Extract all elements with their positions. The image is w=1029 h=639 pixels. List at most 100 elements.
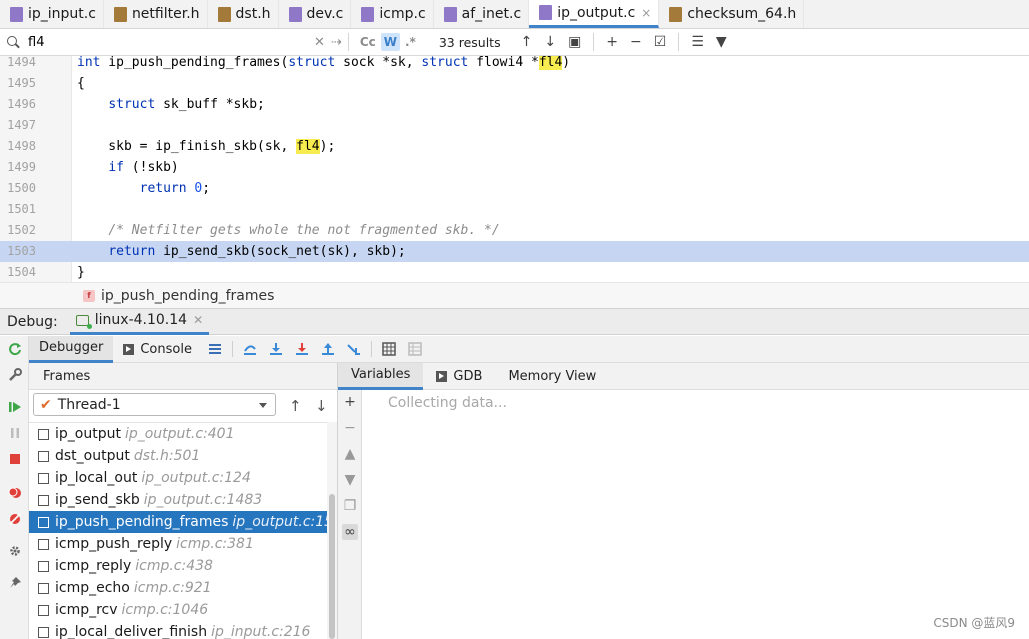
wrench-icon[interactable] <box>8 368 22 382</box>
regex-toggle[interactable]: .* <box>402 33 419 51</box>
move-up-icon[interactable]: ▲ <box>342 446 358 462</box>
editor-tab[interactable]: dev.c <box>279 0 352 28</box>
code-line[interactable]: 1497 <box>0 115 1029 136</box>
breadcrumb: f ip_push_pending_frames <box>0 282 1029 308</box>
stack-frame-row[interactable]: ip_output ip_output.c:401 <box>29 423 327 445</box>
frame-location: ip_output.c:1483 <box>143 492 263 508</box>
copy-icon[interactable]: ❐ <box>342 498 358 514</box>
editor-tab[interactable]: ip_output.c × <box>529 0 660 28</box>
glasses-icon[interactable]: ∞ <box>342 524 358 540</box>
stack-frame-row[interactable]: ip_push_pending_framesip_output.c:1503 <box>29 511 327 533</box>
previous-occurrence-icon[interactable]: ↑ <box>521 34 533 50</box>
evaluate-expression-icon[interactable] <box>382 342 396 356</box>
run-to-cursor-icon[interactable] <box>347 342 361 356</box>
mute-breakpoints-icon[interactable] <box>8 512 22 526</box>
stack-frame-icon <box>38 516 49 528</box>
select-all-occurrences-icon[interactable]: ▣ <box>568 34 581 50</box>
remove-watch-icon[interactable]: − <box>342 420 358 436</box>
editor-tab[interactable]: checksum_64.h <box>659 0 805 28</box>
line-number: 1504 <box>7 265 36 279</box>
whole-words-toggle[interactable]: W <box>380 33 400 51</box>
add-watch-icon[interactable]: + <box>342 394 358 410</box>
stack-frame-icon <box>38 538 49 550</box>
header-file-icon <box>113 6 127 22</box>
stack-frame-row[interactable]: icmp_rcv icmp.c:1046 <box>29 599 327 621</box>
step-over-icon[interactable] <box>269 342 283 356</box>
current-execution-line[interactable]: 1503 return ip_send_skb(sock_net(sk), sk… <box>0 241 1029 262</box>
editor-tab[interactable]: dst.h <box>208 0 279 28</box>
separator <box>231 341 233 357</box>
previous-frame-icon[interactable]: ↑ <box>289 397 302 415</box>
stack-frame-row[interactable]: dst_output dst.h:501 <box>29 445 327 467</box>
code-text: { <box>77 76 85 91</box>
show-execution-point-icon[interactable] <box>243 342 257 356</box>
frame-location: icmp.c:438 <box>135 558 213 574</box>
editor-tab[interactable]: af_inet.c <box>434 0 530 28</box>
stack-frame-row[interactable]: icmp_reply icmp.c:438 <box>29 555 327 577</box>
editor-tab[interactable]: ip_input.c <box>0 0 104 28</box>
debug-label: Debug: <box>7 313 58 330</box>
stack-frame-row[interactable]: icmp_push_reply icmp.c:381 <box>29 533 327 555</box>
code-line[interactable]: 1495 { <box>0 73 1029 94</box>
close-icon[interactable]: × <box>641 6 651 20</box>
editor-tab-label: af_inet.c <box>461 6 522 22</box>
add-occurrence-icon[interactable]: + <box>606 34 618 50</box>
search-icon[interactable] <box>7 35 20 49</box>
next-occurrence-icon[interactable]: ↓ <box>544 34 556 50</box>
stack-frame-row[interactable]: ip_local_out ip_output.c:124 <box>29 467 327 489</box>
stack-frame-icon <box>38 494 49 506</box>
stack-frame-row[interactable]: ip_local_deliver_finish ip_input.c:216 <box>29 621 327 639</box>
select-all-matches-icon[interactable]: ☑ <box>654 34 667 50</box>
c-file-icon <box>288 6 302 22</box>
stack-frame-row[interactable]: ip_send_skb ip_output.c:1483 <box>29 489 327 511</box>
tab-console[interactable]: Console <box>113 336 202 363</box>
filter-icon[interactable]: ▼ <box>716 34 727 50</box>
search-options-icon[interactable]: ☰ <box>691 34 704 50</box>
search-input[interactable] <box>28 34 308 50</box>
tab-gdb[interactable]: GDB <box>423 363 495 390</box>
breadcrumb-function[interactable]: ip_push_pending_frames <box>101 288 274 304</box>
resume-icon[interactable] <box>8 400 22 414</box>
code-line[interactable]: 1499 if (!skb) <box>0 157 1029 178</box>
frame-location: ip_input.c:216 <box>211 624 311 639</box>
trace-icon[interactable] <box>408 342 422 356</box>
remove-occurrence-icon[interactable]: − <box>630 34 642 50</box>
view-breakpoints-icon[interactable] <box>8 486 22 500</box>
settings-icon[interactable] <box>8 544 22 558</box>
move-down-icon[interactable]: ▼ <box>342 472 358 488</box>
clear-search-icon[interactable]: ✕ <box>314 35 325 50</box>
frame-function: icmp_push_reply <box>55 536 173 552</box>
frames-scrollbar[interactable] <box>327 422 337 639</box>
match-case-toggle[interactable]: Cc <box>357 33 379 51</box>
tab-variables[interactable]: Variables <box>338 362 424 390</box>
debug-session-tab[interactable]: linux-4.10.14 ✕ <box>69 308 210 335</box>
code-line[interactable]: 1501 <box>0 199 1029 220</box>
close-icon[interactable]: ✕ <box>193 313 203 327</box>
pause-icon[interactable] <box>8 426 22 440</box>
search-history-icon[interactable]: ⇢ <box>331 35 342 50</box>
step-out-icon[interactable] <box>321 342 335 356</box>
code-line[interactable]: 1504 } <box>0 262 1029 282</box>
editor-tab[interactable]: icmp.c <box>351 0 434 28</box>
code-editor[interactable]: 1494 int ip_push_pending_frames(struct s… <box>0 56 1029 282</box>
code-line[interactable]: 1496 struct sk_buff *skb; <box>0 94 1029 115</box>
code-line[interactable]: 1498 skb = ip_finish_skb(sk, fl4); <box>0 136 1029 157</box>
next-frame-icon[interactable]: ↓ <box>315 397 328 415</box>
pin-icon[interactable] <box>8 576 22 590</box>
code-line[interactable]: 1494 int ip_push_pending_frames(struct s… <box>0 56 1029 73</box>
variables-status: Collecting data... <box>388 395 507 411</box>
thread-selector[interactable]: ✔ Thread-1 <box>33 393 276 416</box>
editor-tab[interactable]: netfilter.h <box>104 0 208 28</box>
rerun-icon[interactable] <box>8 342 22 356</box>
scrollbar-thumb[interactable] <box>329 494 335 639</box>
step-into-icon[interactable] <box>295 342 309 356</box>
code-line[interactable]: 1502 /* Netfilter gets whole the not fra… <box>0 220 1029 241</box>
line-number: 1499 <box>7 160 36 174</box>
code-line[interactable]: 1500 return 0; <box>0 178 1029 199</box>
tab-debugger[interactable]: Debugger <box>29 335 114 363</box>
stop-icon[interactable] <box>8 452 22 466</box>
stack-frame-row[interactable]: icmp_echo icmp.c:921 <box>29 577 327 599</box>
tab-memory-view[interactable]: Memory View <box>495 363 609 390</box>
menu-icon[interactable] <box>208 342 222 356</box>
editor-tab-label: dst.h <box>235 6 271 22</box>
